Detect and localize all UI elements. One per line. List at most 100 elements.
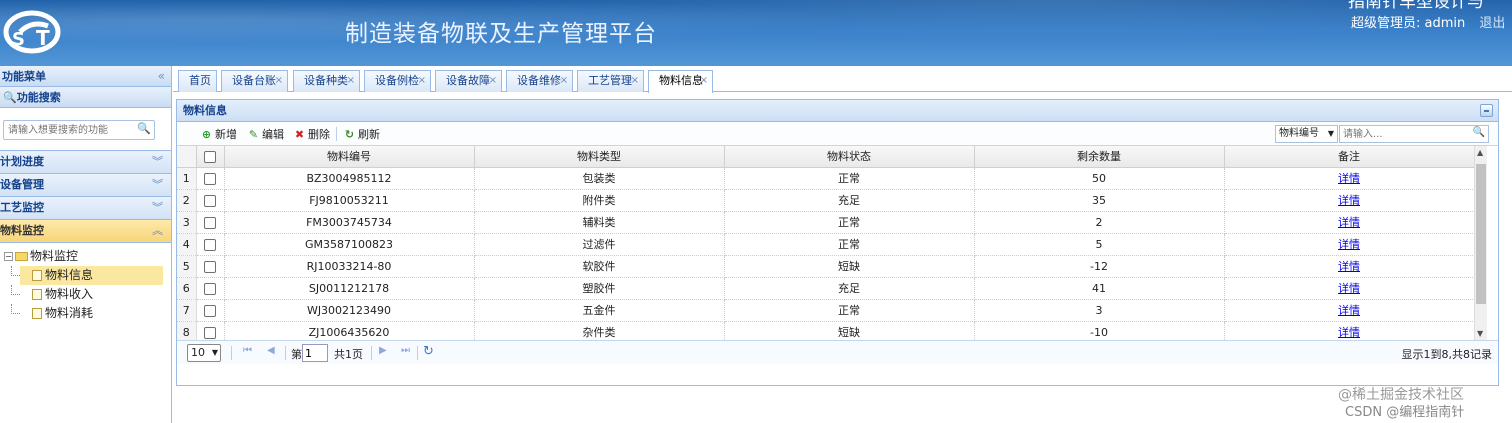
- scroll-down-icon[interactable]: ▼: [1477, 329, 1483, 338]
- column-header-code[interactable]: 物料编号: [224, 146, 475, 168]
- tree-item-material-info[interactable]: 物料信息: [11, 266, 163, 285]
- detail-link[interactable]: 详情: [1338, 304, 1360, 317]
- cell-status: 正常: [724, 167, 975, 190]
- close-icon[interactable]: ×: [700, 71, 708, 91]
- tree-node-label: 物料收入: [45, 287, 94, 301]
- table-row[interactable]: 2 FJ9810053211 附件类 充足 35 详情: [177, 189, 1475, 212]
- tab-equipment-fault[interactable]: 设备故障 ×: [435, 70, 502, 92]
- select-all-checkbox[interactable]: [204, 150, 216, 163]
- cell-note: 详情: [1224, 211, 1475, 234]
- column-header-type[interactable]: 物料类型: [474, 146, 725, 168]
- cell-code: RJ10033214-80: [224, 255, 475, 278]
- next-page-icon[interactable]: ▶: [379, 345, 387, 356]
- page-number-input[interactable]: [302, 344, 328, 362]
- close-icon[interactable]: ×: [275, 71, 283, 91]
- table-row[interactable]: 8 ZJ1006435620 杂件类 短缺 -10 详情: [177, 321, 1475, 340]
- tab-equipment-type[interactable]: 设备种类 ×: [293, 70, 360, 92]
- first-page-icon[interactable]: ⏮: [243, 345, 252, 356]
- page-icon: [32, 270, 42, 281]
- column-header-status[interactable]: 物料状态: [724, 146, 975, 168]
- scroll-up-icon[interactable]: ▲: [1477, 148, 1483, 157]
- tab-label: 设备台账: [232, 74, 276, 87]
- expand-down-icon: ︾: [152, 178, 163, 191]
- table-row[interactable]: 1 BZ3004985112 包装类 正常 50 详情: [177, 167, 1475, 190]
- row-checkbox[interactable]: [204, 326, 216, 339]
- prev-page-icon[interactable]: ◀: [267, 345, 275, 356]
- cell-status: 充足: [724, 189, 975, 212]
- tree-item-material-income[interactable]: 物料收入: [11, 285, 163, 304]
- cell-code: FJ9810053211: [224, 189, 475, 212]
- cell-code: FM3003745734: [224, 211, 475, 234]
- panel-collapse-icon[interactable]: [1480, 104, 1493, 117]
- detail-link[interactable]: 详情: [1338, 216, 1360, 229]
- detail-link[interactable]: 详情: [1338, 238, 1360, 251]
- tab-process-management[interactable]: 工艺管理 ×: [577, 70, 644, 92]
- tree-root-node[interactable]: − 物料监控: [4, 247, 171, 266]
- row-checkbox[interactable]: [204, 260, 216, 273]
- pager-separator: [231, 346, 232, 360]
- table-row[interactable]: 3 FM3003745734 辅料类 正常 2 详情: [177, 211, 1475, 234]
- table-row[interactable]: 4 GM3587100823 过滤件 正常 5 详情: [177, 233, 1475, 256]
- page-icon: [32, 308, 42, 319]
- close-icon[interactable]: ×: [489, 71, 497, 91]
- close-icon[interactable]: ×: [418, 71, 426, 91]
- table-row[interactable]: 6 SJ0011212178 塑胶件 充足 41 详情: [177, 277, 1475, 300]
- tree-line: [11, 285, 20, 295]
- row-checkbox[interactable]: [204, 304, 216, 317]
- grid-pager: 10 ▼ ⏮ ◀ 第 共1页 ▶ ⏭ ↻ 显示1到8,共8记录: [177, 340, 1498, 364]
- detail-link[interactable]: 详情: [1338, 260, 1360, 273]
- cell-note: 详情: [1224, 233, 1475, 256]
- delete-button[interactable]: ✖ 删除: [293, 126, 330, 142]
- row-checkbox-cell: [196, 255, 225, 278]
- search-field-select[interactable]: 物料编号 ▼: [1275, 125, 1338, 143]
- row-checkbox[interactable]: [204, 282, 216, 295]
- sidebar-section-material[interactable]: 物料监控 ︽: [0, 220, 171, 243]
- detail-link[interactable]: 详情: [1338, 282, 1360, 295]
- row-checkbox[interactable]: [204, 194, 216, 207]
- tab-material-info[interactable]: 物料信息 ×: [648, 70, 713, 93]
- magnifier-icon[interactable]: 🔍: [137, 122, 151, 135]
- tree-collapse-icon[interactable]: −: [4, 252, 13, 261]
- row-checkbox[interactable]: [204, 216, 216, 229]
- close-icon[interactable]: ×: [631, 71, 639, 91]
- tab-equipment-repair[interactable]: 设备维修 ×: [506, 70, 573, 92]
- tree-item-material-consume[interactable]: 物料消耗: [11, 304, 163, 323]
- search-icon[interactable]: 🔍: [1473, 127, 1485, 138]
- row-checkbox[interactable]: [204, 238, 216, 251]
- column-header-qty[interactable]: 剩余数量: [974, 146, 1225, 168]
- logout-link[interactable]: 退出: [1479, 16, 1505, 31]
- table-row[interactable]: 7 WJ3002123490 五金件 正常 3 详情: [177, 299, 1475, 322]
- cell-status: 短缺: [724, 255, 975, 278]
- row-number: 3: [177, 211, 197, 234]
- sidebar-section-equipment[interactable]: 设备管理 ︾: [0, 174, 171, 197]
- detail-link[interactable]: 详情: [1338, 172, 1360, 185]
- sidebar-section-process[interactable]: 工艺监控 ︾: [0, 197, 171, 220]
- grid-search-input[interactable]: [1340, 126, 1468, 142]
- close-icon[interactable]: ×: [347, 71, 355, 91]
- cell-note: 详情: [1224, 189, 1475, 212]
- tab-equipment-ledger[interactable]: 设备台账 ×: [221, 70, 288, 92]
- close-icon[interactable]: ×: [560, 71, 568, 91]
- app-header: T S 制造装备物联及生产管理平台 指南针车型设计与 超级管理员: admin …: [0, 0, 1512, 66]
- column-header-note[interactable]: 备注: [1224, 146, 1475, 168]
- detail-link[interactable]: 详情: [1338, 194, 1360, 207]
- tab-home[interactable]: 首页: [178, 70, 217, 92]
- refresh-button[interactable]: ↻ 刷新: [343, 126, 380, 142]
- add-button[interactable]: ⊕ 新增: [200, 126, 237, 142]
- edit-button[interactable]: ✎ 编辑: [247, 126, 284, 142]
- folder-icon: [15, 252, 28, 261]
- page-size-select[interactable]: 10 ▼: [187, 344, 221, 362]
- cell-type: 杂件类: [474, 321, 725, 340]
- tab-equipment-inspection[interactable]: 设备例检 ×: [364, 70, 431, 92]
- detail-link[interactable]: 详情: [1338, 326, 1360, 339]
- pager-refresh-icon[interactable]: ↻: [423, 344, 434, 359]
- grid-vertical-scrollbar[interactable]: ▲ ▼: [1474, 146, 1487, 340]
- last-page-icon[interactable]: ⏭: [401, 345, 410, 356]
- sidebar-section-plan[interactable]: 计划进度 ︾: [0, 151, 171, 174]
- collapse-left-icon[interactable]: «: [158, 66, 165, 87]
- table-row[interactable]: 5 RJ10033214-80 软胶件 短缺 -12 详情: [177, 255, 1475, 278]
- menu-search-input[interactable]: [4, 121, 132, 139]
- material-info-panel: 物料信息 ⊕新增 ✎编辑 ✖删除 ↻刷新 物料编号▼ 🔍: [176, 99, 1499, 386]
- scrollbar-thumb[interactable]: [1476, 164, 1486, 304]
- row-checkbox[interactable]: [204, 172, 216, 185]
